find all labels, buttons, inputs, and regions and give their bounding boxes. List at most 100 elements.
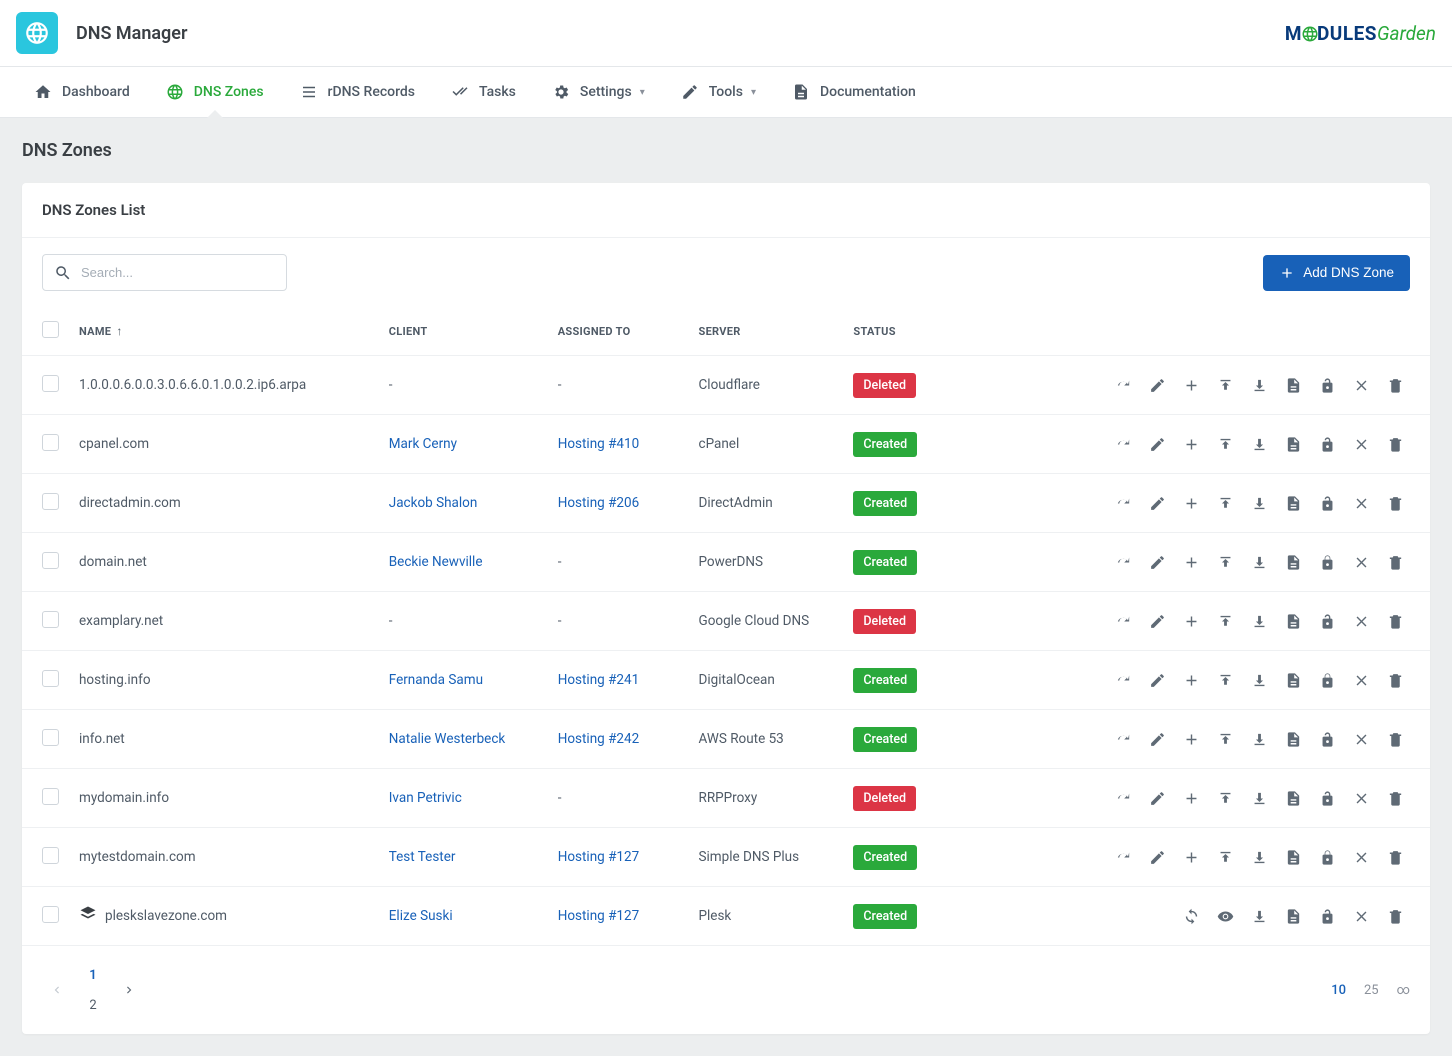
page-next[interactable] [114,975,144,1005]
action-edit[interactable] [1142,842,1172,872]
assigned-link[interactable]: Hosting #127 [558,908,639,924]
col-status[interactable]: Status [843,307,970,356]
action-log[interactable] [1278,665,1308,695]
action-export[interactable] [1244,665,1274,695]
client-link[interactable]: Elize Suski [389,908,453,924]
add-dns-zone-button[interactable]: Add DNS Zone [1263,255,1410,291]
action-edit[interactable] [1142,370,1172,400]
action-redo[interactable] [1108,783,1138,813]
row-checkbox[interactable] [42,611,59,628]
action-redo[interactable] [1108,370,1138,400]
col-assigned[interactable]: Assigned To [548,307,689,356]
action-unlocked[interactable] [1312,488,1342,518]
action-redo[interactable] [1108,665,1138,695]
action-close[interactable] [1346,370,1376,400]
nav-dashboard[interactable]: Dashboard [16,67,148,117]
client-link[interactable]: Jackob Shalon [389,495,478,511]
nav-documentation[interactable]: Documentation [774,67,934,117]
action-add[interactable] [1176,370,1206,400]
assigned-link[interactable]: Hosting #241 [558,672,639,688]
action-add[interactable] [1176,724,1206,754]
action-add[interactable] [1176,488,1206,518]
action-export[interactable] [1244,429,1274,459]
action-import[interactable] [1210,547,1240,577]
action-close[interactable] [1346,901,1376,931]
action-log[interactable] [1278,842,1308,872]
row-checkbox[interactable] [42,847,59,864]
page-1[interactable]: 1 [78,960,108,990]
action-export[interactable] [1244,606,1274,636]
row-checkbox[interactable] [42,552,59,569]
page-size-25[interactable]: 25 [1364,983,1379,998]
action-edit[interactable] [1142,783,1172,813]
action-close[interactable] [1346,724,1376,754]
row-checkbox[interactable] [42,729,59,746]
action-unlocked[interactable] [1312,370,1342,400]
page-2[interactable]: 2 [78,990,108,1020]
action-locked[interactable] [1312,842,1342,872]
action-delete[interactable] [1380,842,1410,872]
page-prev[interactable] [42,975,72,1005]
select-all-checkbox[interactable] [42,321,59,338]
client-link[interactable]: Ivan Petrivic [389,790,462,806]
action-unlocked[interactable] [1312,429,1342,459]
action-edit[interactable] [1142,547,1172,577]
action-delete[interactable] [1380,429,1410,459]
nav-rdns[interactable]: rDNS Records [282,67,433,117]
action-redo[interactable] [1108,842,1138,872]
client-link[interactable]: Natalie Westerbeck [389,731,506,747]
action-log[interactable] [1278,547,1308,577]
action-sync[interactable] [1176,901,1206,931]
action-import[interactable] [1210,370,1240,400]
col-client[interactable]: Client [379,307,548,356]
action-locked[interactable] [1312,547,1342,577]
action-redo[interactable] [1108,606,1138,636]
action-log[interactable] [1278,724,1308,754]
action-import[interactable] [1210,724,1240,754]
assigned-link[interactable]: Hosting #242 [558,731,639,747]
action-redo[interactable] [1108,488,1138,518]
action-edit[interactable] [1142,606,1172,636]
row-checkbox[interactable] [42,375,59,392]
action-import[interactable] [1210,783,1240,813]
nav-tasks[interactable]: Tasks [433,67,534,117]
action-log[interactable] [1278,370,1308,400]
action-close[interactable] [1346,665,1376,695]
action-redo[interactable] [1108,429,1138,459]
col-name[interactable]: Name ↑ [69,307,379,356]
assigned-link[interactable]: Hosting #127 [558,849,639,865]
action-export[interactable] [1244,370,1274,400]
action-import[interactable] [1210,606,1240,636]
action-edit[interactable] [1142,429,1172,459]
action-unlocked[interactable] [1312,724,1342,754]
action-export[interactable] [1244,783,1274,813]
action-import[interactable] [1210,665,1240,695]
action-log[interactable] [1278,488,1308,518]
page-size-∞[interactable]: ∞ [1397,983,1410,998]
action-close[interactable] [1346,488,1376,518]
action-delete[interactable] [1380,783,1410,813]
action-add[interactable] [1176,783,1206,813]
action-edit[interactable] [1142,724,1172,754]
action-locked[interactable] [1312,665,1342,695]
action-import[interactable] [1210,842,1240,872]
action-export[interactable] [1244,488,1274,518]
action-log[interactable] [1278,783,1308,813]
search-input[interactable] [42,254,287,291]
action-log[interactable] [1278,429,1308,459]
nav-tools[interactable]: Tools ▾ [663,67,774,117]
action-edit[interactable] [1142,488,1172,518]
action-unlocked[interactable] [1312,901,1342,931]
client-link[interactable]: Beckie Newville [389,554,483,570]
client-link[interactable]: Mark Cerny [389,436,457,452]
client-link[interactable]: Fernanda Samu [389,672,483,688]
nav-settings[interactable]: Settings ▾ [534,67,663,117]
action-export[interactable] [1244,547,1274,577]
action-delete[interactable] [1380,606,1410,636]
action-add[interactable] [1176,547,1206,577]
assigned-link[interactable]: Hosting #206 [558,495,639,511]
action-close[interactable] [1346,606,1376,636]
action-delete[interactable] [1380,488,1410,518]
action-import[interactable] [1210,429,1240,459]
action-unlocked[interactable] [1312,783,1342,813]
